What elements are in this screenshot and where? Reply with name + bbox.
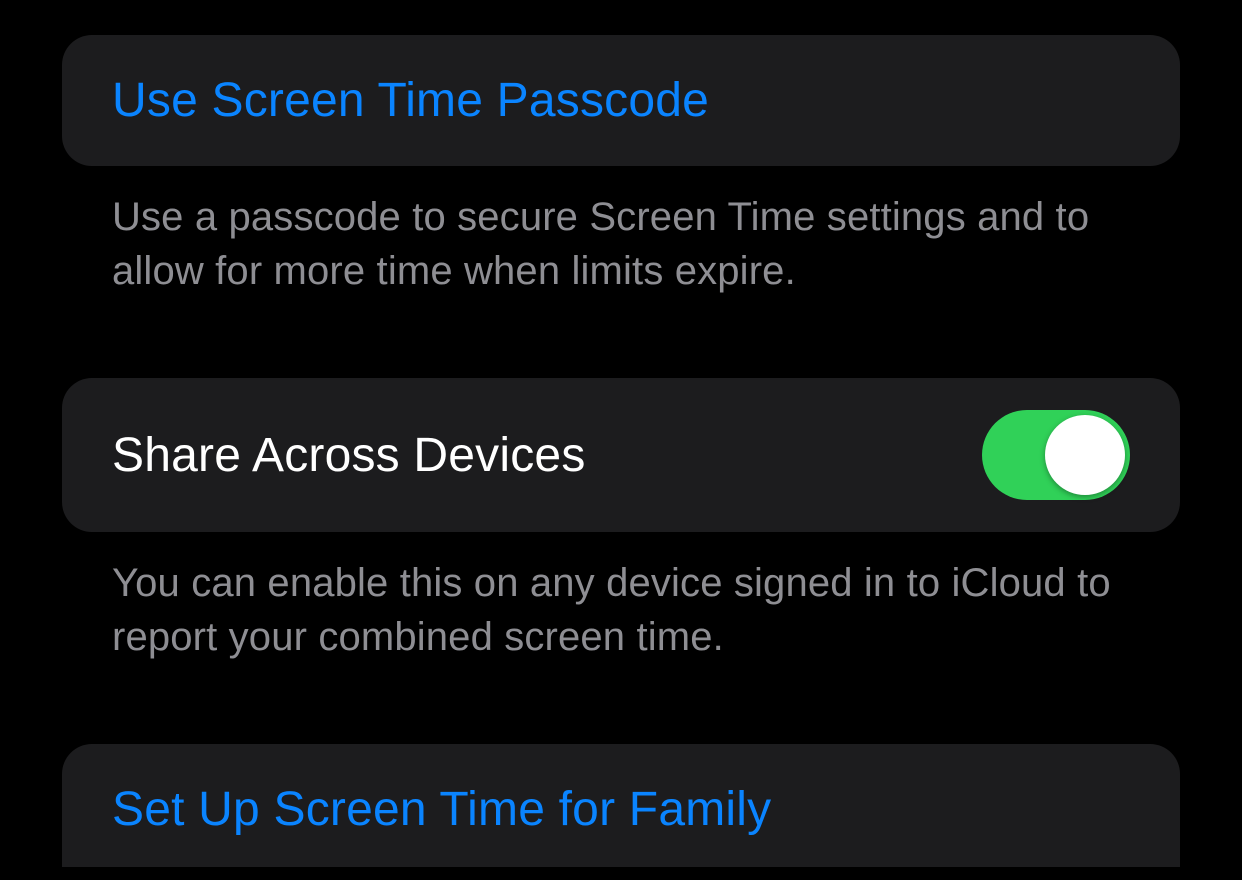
set-up-screen-time-family-row[interactable]: Set Up Screen Time for Family — [62, 744, 1180, 867]
share-across-devices-toggle[interactable] — [982, 410, 1130, 500]
share-across-devices-label: Share Across Devices — [112, 428, 586, 483]
group-gap — [62, 298, 1180, 378]
use-screen-time-passcode-label: Use Screen Time Passcode — [112, 73, 709, 128]
set-up-screen-time-family-label: Set Up Screen Time for Family — [112, 782, 771, 837]
settings-container: Use Screen Time Passcode Use a passcode … — [0, 0, 1242, 867]
toggle-knob — [1045, 415, 1125, 495]
passcode-footer-text: Use a passcode to secure Screen Time set… — [62, 166, 1180, 298]
share-across-devices-row: Share Across Devices — [62, 378, 1180, 532]
use-screen-time-passcode-row[interactable]: Use Screen Time Passcode — [62, 35, 1180, 166]
group-gap — [62, 664, 1180, 744]
share-footer-text: You can enable this on any device signed… — [62, 532, 1180, 664]
